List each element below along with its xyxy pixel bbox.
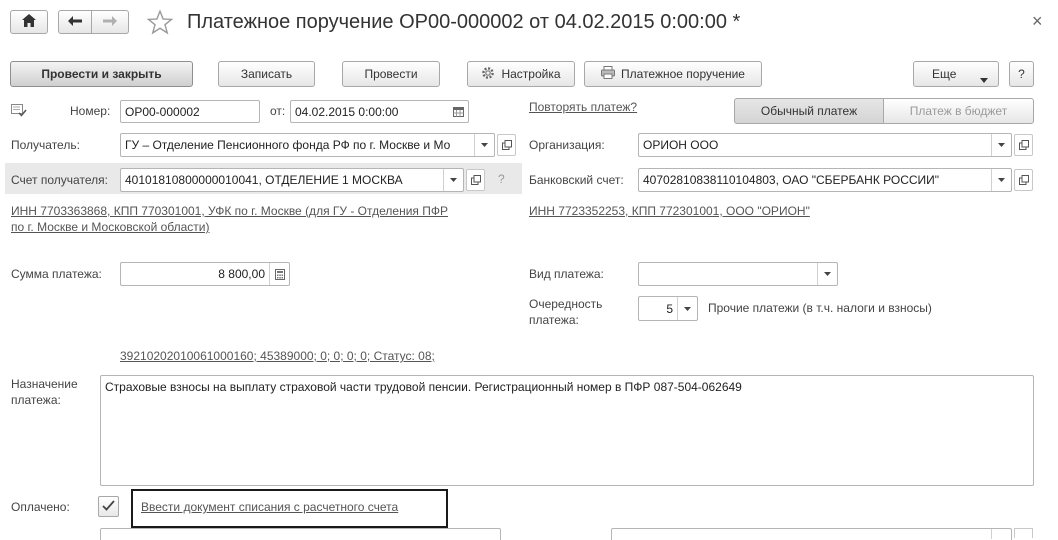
chevron-down-icon[interactable] bbox=[991, 134, 1011, 156]
bank-account-value: 40702810838110104803, ОАО "СБЕРБАНК РОСС… bbox=[643, 173, 940, 187]
bottom-open-box[interactable] bbox=[1014, 528, 1033, 538]
chevron-down-icon[interactable] bbox=[474, 134, 494, 156]
open-icon[interactable] bbox=[1014, 134, 1033, 156]
repeat-payment-link[interactable]: Повторять платеж? bbox=[529, 100, 637, 114]
arrow-right-icon bbox=[103, 15, 117, 29]
more-label: Еще bbox=[932, 67, 957, 81]
purpose-text: Страховые взносы на выплату страховой ча… bbox=[105, 380, 742, 394]
help-button[interactable]: ? bbox=[1009, 61, 1034, 87]
date-label: от: bbox=[270, 104, 286, 118]
number-field[interactable]: ОР00-000002 bbox=[120, 100, 260, 123]
open-icon[interactable] bbox=[466, 169, 485, 191]
paid-label: Оплачено: bbox=[11, 500, 70, 514]
priority-value: 5 bbox=[666, 301, 673, 316]
amount-value: 8 800,00 bbox=[218, 267, 265, 281]
priority-description: Прочие платежи (в т.ч. налоги и взносы) bbox=[708, 301, 932, 315]
bank-account-field[interactable]: 40702810838110104803, ОАО "СБЕРБАНК РОСС… bbox=[638, 168, 1012, 192]
organization-value: ОРИОН ООО bbox=[643, 138, 719, 152]
close-icon[interactable]: × bbox=[1032, 11, 1043, 32]
date-value: 04.02.2015 0:00:00 bbox=[295, 104, 399, 119]
recipient-account-label: Счет получателя: bbox=[11, 173, 108, 187]
settings-label: Настройка bbox=[501, 67, 561, 81]
check-icon bbox=[102, 499, 115, 514]
budget-details-link[interactable]: 39210202010061000160; 45389000; 0; 0; 0;… bbox=[120, 349, 435, 363]
tab-budget-payment[interactable]: Платеж в бюджет bbox=[883, 98, 1034, 124]
star-icon[interactable] bbox=[146, 9, 174, 38]
recipient-account-help[interactable]: ? bbox=[498, 172, 505, 186]
post-and-close-button[interactable]: Провести и закрыть bbox=[10, 61, 193, 87]
home-button[interactable] bbox=[10, 10, 48, 34]
bottom-field-left[interactable] bbox=[100, 528, 501, 540]
priority-label-line1: Очередность bbox=[529, 297, 603, 311]
chevron-down-icon[interactable] bbox=[443, 169, 463, 191]
amount-field[interactable]: 8 800,00 bbox=[120, 262, 290, 286]
recipient-value: ГУ – Отделение Пенсионного фонда РФ по г… bbox=[125, 138, 451, 152]
settings-button[interactable]: Настройка bbox=[467, 61, 575, 87]
recipient-field[interactable]: ГУ – Отделение Пенсионного фонда РФ по г… bbox=[120, 133, 495, 157]
purpose-label-line2: платежа: bbox=[11, 393, 61, 407]
recipient-inn-link-line2[interactable]: по г. Москве и Московской области) bbox=[11, 220, 210, 234]
recipient-label: Получатель: bbox=[11, 138, 80, 152]
number-value: ОР00-000002 bbox=[125, 104, 200, 119]
number-label: Номер: bbox=[70, 104, 111, 118]
recipient-account-field[interactable]: 40101810800000010041, ОТДЕЛЕНИЕ 1 МОСКВА bbox=[120, 168, 464, 192]
print-button[interactable]: Платежное поручение bbox=[584, 61, 762, 87]
save-button[interactable]: Записать bbox=[218, 61, 315, 87]
more-button[interactable]: Еще bbox=[913, 61, 999, 87]
organization-inn-link[interactable]: ИНН 7723352253, КПП 772301001, ООО "ОРИО… bbox=[529, 204, 810, 218]
page-title: Платежное поручение ОР00-000002 от 04.02… bbox=[187, 11, 741, 33]
priority-label-line2: платежа: bbox=[529, 313, 579, 327]
chevron-down-icon[interactable] bbox=[677, 297, 697, 320]
calculator-icon[interactable] bbox=[269, 263, 289, 285]
organization-field[interactable]: ОРИОН ООО bbox=[638, 133, 1012, 157]
organization-label: Организация: bbox=[529, 138, 605, 152]
chevron-down-icon[interactable] bbox=[817, 263, 837, 285]
arrow-left-icon bbox=[68, 15, 82, 29]
recipient-inn-link-line1[interactable]: ИНН 7703363868, КПП 770301001, УФК по г.… bbox=[11, 204, 448, 218]
chevron-down-icon[interactable] bbox=[991, 169, 1011, 191]
tab-normal-payment[interactable]: Обычный платеж bbox=[734, 98, 884, 124]
home-icon bbox=[22, 14, 36, 30]
post-button[interactable]: Провести bbox=[342, 61, 440, 87]
writeoff-document-link[interactable]: Ввести документ списания с расчетного сч… bbox=[141, 500, 398, 514]
forward-button[interactable] bbox=[91, 10, 129, 34]
amount-label: Сумма платежа: bbox=[11, 267, 102, 281]
gear-icon bbox=[481, 66, 495, 83]
chevron-down-icon bbox=[980, 72, 988, 86]
payment-type-label: Вид платежа: bbox=[529, 267, 604, 281]
bottom-field-right[interactable] bbox=[611, 528, 1012, 540]
calendar-icon[interactable] bbox=[449, 101, 468, 122]
purpose-label-line1: Назначение bbox=[11, 377, 78, 391]
priority-field[interactable]: 5 bbox=[638, 296, 698, 321]
open-icon[interactable] bbox=[497, 134, 516, 156]
printer-icon bbox=[601, 66, 616, 82]
print-label: Платежное поручение bbox=[621, 67, 745, 81]
bank-account-label: Банковский счет: bbox=[529, 173, 624, 187]
purpose-textarea[interactable]: Страховые взносы на выплату страховой ча… bbox=[100, 375, 1034, 486]
back-button[interactable] bbox=[58, 10, 92, 34]
payment-type-field[interactable] bbox=[638, 262, 838, 286]
open-icon[interactable] bbox=[1014, 169, 1033, 191]
date-field[interactable]: 04.02.2015 0:00:00 bbox=[290, 100, 469, 123]
paid-checkbox[interactable] bbox=[98, 496, 119, 517]
recipient-account-value: 40101810800000010041, ОТДЕЛЕНИЕ 1 МОСКВА bbox=[125, 173, 403, 187]
document-check-icon bbox=[11, 104, 27, 120]
